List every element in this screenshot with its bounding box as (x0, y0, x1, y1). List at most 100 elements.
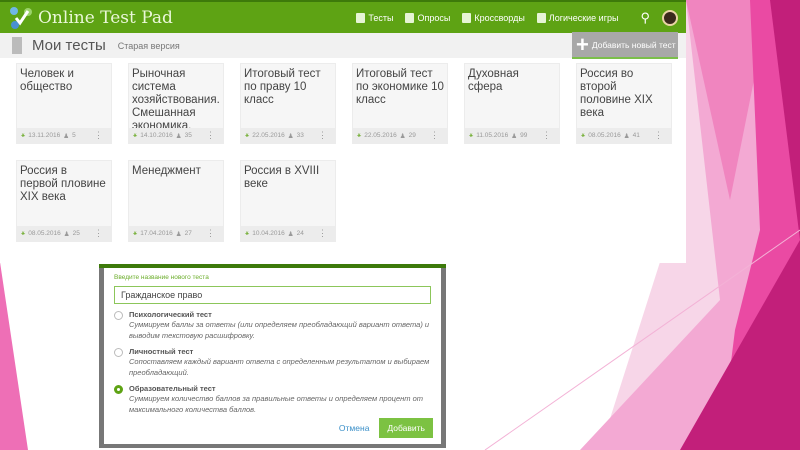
card-footer: ⚹ 08.05.2016 ♟ 41 ⋮ (577, 128, 671, 143)
users-icon: ♟ (175, 132, 182, 140)
card-footer: ⚹ 22.05.2016 ♟ 33 ⋮ (241, 128, 335, 143)
more-menu-icon[interactable]: ⋮ (654, 130, 663, 141)
more-menu-icon[interactable]: ⋮ (318, 130, 327, 141)
nav-polls[interactable]: Опросы (405, 12, 450, 23)
users-icon: ♟ (399, 132, 406, 140)
unlock-icon: ⚹ (581, 131, 586, 139)
test-count: 29 (408, 132, 416, 139)
grid-icon (462, 12, 472, 23)
test-title: Итоговый тест по праву 10 класс (244, 68, 321, 106)
search-icon[interactable]: ⚲ (640, 10, 650, 26)
radio-selected[interactable] (114, 385, 123, 394)
add-button[interactable]: Добавить (379, 418, 433, 438)
option-desc: Суммируем количество баллов за правильны… (129, 394, 424, 414)
nav-label: Логические игры (548, 12, 619, 23)
test-title: Рыночная система хозяйствования. Смешанн… (132, 68, 220, 132)
more-menu-icon[interactable]: ⋮ (318, 228, 327, 239)
option-title: Психологический тест (129, 310, 212, 319)
test-card[interactable]: Итоговый тест по экономике 10 класс ⚹ 22.… (352, 63, 448, 144)
new-test-dialog-screenshot: Введите название нового теста Психологич… (99, 264, 446, 448)
add-test-button[interactable]: + Добавить новый тест (572, 32, 678, 59)
more-menu-icon[interactable]: ⋮ (94, 130, 103, 141)
users-icon: ♟ (511, 132, 518, 140)
test-card[interactable]: Россия во второй половине XIX века ⚹ 08.0… (576, 63, 672, 144)
test-count: 24 (296, 230, 304, 237)
test-title: Менеджмент (132, 165, 201, 177)
unlock-icon: ⚹ (469, 131, 474, 139)
users-icon: ♟ (287, 230, 294, 238)
card-footer: ⚹ 13.11.2016 ♟ 5 ⋮ (17, 128, 111, 143)
test-name-input[interactable] (114, 286, 431, 304)
test-title: Россия во второй половине XIX века (580, 68, 653, 119)
test-card[interactable]: Менеджмент ⚹ 17.04.2016 ♟ 27 ⋮ (128, 160, 224, 242)
test-count: 27 (184, 230, 192, 237)
unlock-icon: ⚹ (133, 229, 138, 237)
more-menu-icon[interactable]: ⋮ (542, 130, 551, 141)
card-footer: ⚹ 10.04.2016 ♟ 24 ⋮ (241, 226, 335, 241)
unlock-icon: ⚹ (21, 131, 26, 139)
old-version-link[interactable]: Старая версия (118, 41, 180, 51)
page-header: Мои тесты Старая версия + Добавить новый … (0, 32, 686, 59)
option-educational[interactable]: Образовательный тест Суммируем количество… (114, 384, 431, 415)
more-menu-icon[interactable]: ⋮ (430, 130, 439, 141)
option-title: Личностный тест (129, 347, 194, 356)
card-footer: ⚹ 14.10.2016 ♟ 35 ⋮ (129, 128, 223, 143)
more-menu-icon[interactable]: ⋮ (94, 228, 103, 239)
test-card[interactable]: Духовная сфера ⚹ 11.05.2016 ♟ 99 ⋮ (464, 63, 560, 144)
test-card[interactable]: Человек и обществo ⚹ 13.11.2016 ♟ 5 ⋮ (16, 63, 112, 144)
test-title: Человек и обществo (20, 68, 74, 93)
users-icon: ♟ (175, 230, 182, 238)
nav-label: Кроссворды (474, 12, 525, 23)
plus-icon: + (576, 31, 589, 57)
test-count: 35 (184, 132, 192, 139)
card-footer: ⚹ 08.05.2016 ♟ 25 ⋮ (17, 226, 111, 241)
test-date: 08.05.2016 (28, 230, 61, 237)
test-date: 17.04.2016 (140, 230, 173, 237)
nav-logic-games[interactable]: Логические игры (536, 12, 619, 23)
option-psychological[interactable]: Психологический тест Суммируем баллы за о… (114, 310, 431, 341)
new-test-dialog: Введите название нового теста Психологич… (104, 268, 441, 444)
test-count: 41 (632, 132, 640, 139)
radio[interactable] (114, 348, 123, 357)
users-icon: ♟ (623, 132, 630, 140)
screenshot-online-test-pad: Online Test Pad Тесты Опросы Кроссворды … (0, 0, 686, 263)
puzzle-icon (536, 12, 546, 23)
page-title: Мои тесты (32, 37, 106, 54)
test-date: 08.05.2016 (588, 132, 621, 139)
poll-icon (405, 12, 415, 23)
users-icon: ♟ (63, 132, 70, 140)
nav-tests[interactable]: Тесты (356, 12, 394, 23)
test-date: 22.05.2016 (364, 132, 397, 139)
radio[interactable] (114, 311, 123, 320)
test-count: 25 (72, 230, 80, 237)
test-date: 14.10.2016 (140, 132, 173, 139)
more-menu-icon[interactable]: ⋮ (206, 130, 215, 141)
test-card[interactable]: Россия в первой пловине XIX века ⚹ 08.05.… (16, 160, 112, 242)
card-footer: ⚹ 17.04.2016 ♟ 27 ⋮ (129, 226, 223, 241)
avatar[interactable] (662, 9, 678, 26)
add-test-label: Добавить новый тест (591, 39, 676, 50)
test-count: 5 (72, 132, 76, 139)
unlock-icon: ⚹ (357, 131, 362, 139)
nav-crosswords[interactable]: Кроссворды (462, 12, 525, 23)
test-count: 33 (296, 132, 304, 139)
test-date: 22.05.2016 (252, 132, 285, 139)
test-date: 13.11.2016 (28, 132, 61, 139)
cancel-button[interactable]: Отмена (339, 423, 370, 433)
test-card[interactable]: Итоговый тест по праву 10 класс ⚹ 22.05.2… (240, 63, 336, 144)
card-footer: ⚹ 11.05.2016 ♟ 99 ⋮ (465, 128, 559, 143)
test-card[interactable]: Россия в XVIII веке ⚹ 10.04.2016 ♟ 24 ⋮ (240, 160, 336, 242)
users-icon: ♟ (63, 230, 70, 238)
card-footer: ⚹ 22.05.2016 ♟ 29 ⋮ (353, 128, 447, 143)
test-count: 99 (520, 132, 528, 139)
logo[interactable]: Online Test Pad (8, 5, 173, 31)
logo-text: Online Test Pad (38, 7, 173, 28)
option-personality[interactable]: Личностный тест Сопоставляем каждый вариа… (114, 347, 431, 378)
test-card[interactable]: Рыночная система хозяйствования. Смешанн… (128, 63, 224, 144)
unlock-icon: ⚹ (133, 131, 138, 139)
option-title: Образовательный тест (129, 384, 216, 393)
nav-label: Тесты (368, 12, 394, 23)
more-menu-icon[interactable]: ⋮ (206, 228, 215, 239)
test-date: 11.05.2016 (476, 132, 509, 139)
option-desc: Сопоставляем каждый вариант ответа с опр… (129, 357, 430, 377)
